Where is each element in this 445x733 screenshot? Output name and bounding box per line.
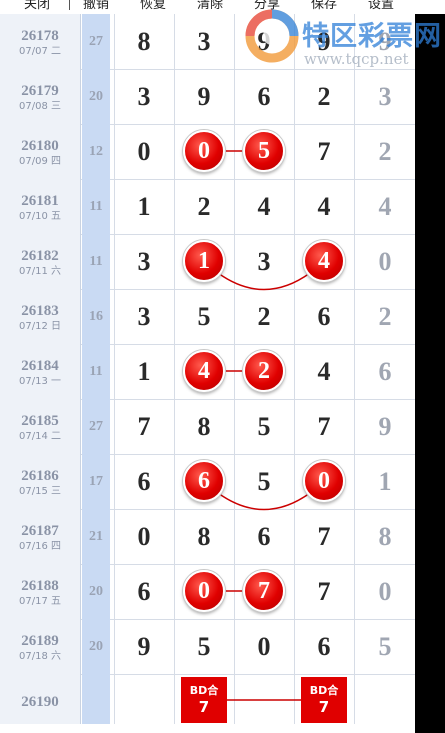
highlighted-number-ball[interactable]: 2 [243, 350, 285, 392]
highlighted-number-ball[interactable]: 7 [243, 570, 285, 612]
bd-value: 7 [318, 698, 330, 716]
toolbar-divider [69, 0, 70, 10]
watermark: 特区彩票网 www.tqcp.net [244, 8, 444, 68]
highlighted-number-ball[interactable]: 0 [303, 460, 345, 502]
highlighted-number-ball[interactable]: 4 [303, 240, 345, 282]
clear-button[interactable]: 清除 [197, 0, 223, 14]
highlighted-number-ball[interactable]: 5 [243, 130, 285, 172]
restore-button[interactable]: 恢复 [140, 0, 166, 14]
draw-chart-grid[interactable]: 26178 07/07 二 27 8 3 9 9 9 26179 07/08 三 20 3 9 6 2 3 26… [0, 14, 415, 733]
highlighted-number-ball[interactable]: 4 [183, 350, 225, 392]
bd-value: 7 [198, 698, 210, 716]
bd-label: BD合 [309, 684, 339, 697]
close-button[interactable]: 关闭 [24, 0, 50, 14]
bd-label: BD合 [189, 684, 219, 697]
connector-arc [217, 272, 311, 291]
highlighted-number-ball[interactable]: 6 [183, 460, 225, 502]
highlighted-number-ball[interactable]: 1 [183, 240, 225, 282]
cancel-button[interactable]: 撤销 [83, 0, 109, 14]
bd-sum-box-left: BD合 7 [181, 677, 227, 723]
watermark-url: www.tqcp.net [304, 50, 409, 68]
connector-arc [217, 492, 311, 511]
watermark-logo-icon [245, 9, 299, 63]
watermark-name: 特区彩票网 [302, 21, 442, 52]
highlighted-number-ball[interactable]: 0 [183, 570, 225, 612]
highlighted-number-ball[interactable]: 0 [183, 130, 225, 172]
bd-sum-box-right: BD合 7 [301, 677, 347, 723]
